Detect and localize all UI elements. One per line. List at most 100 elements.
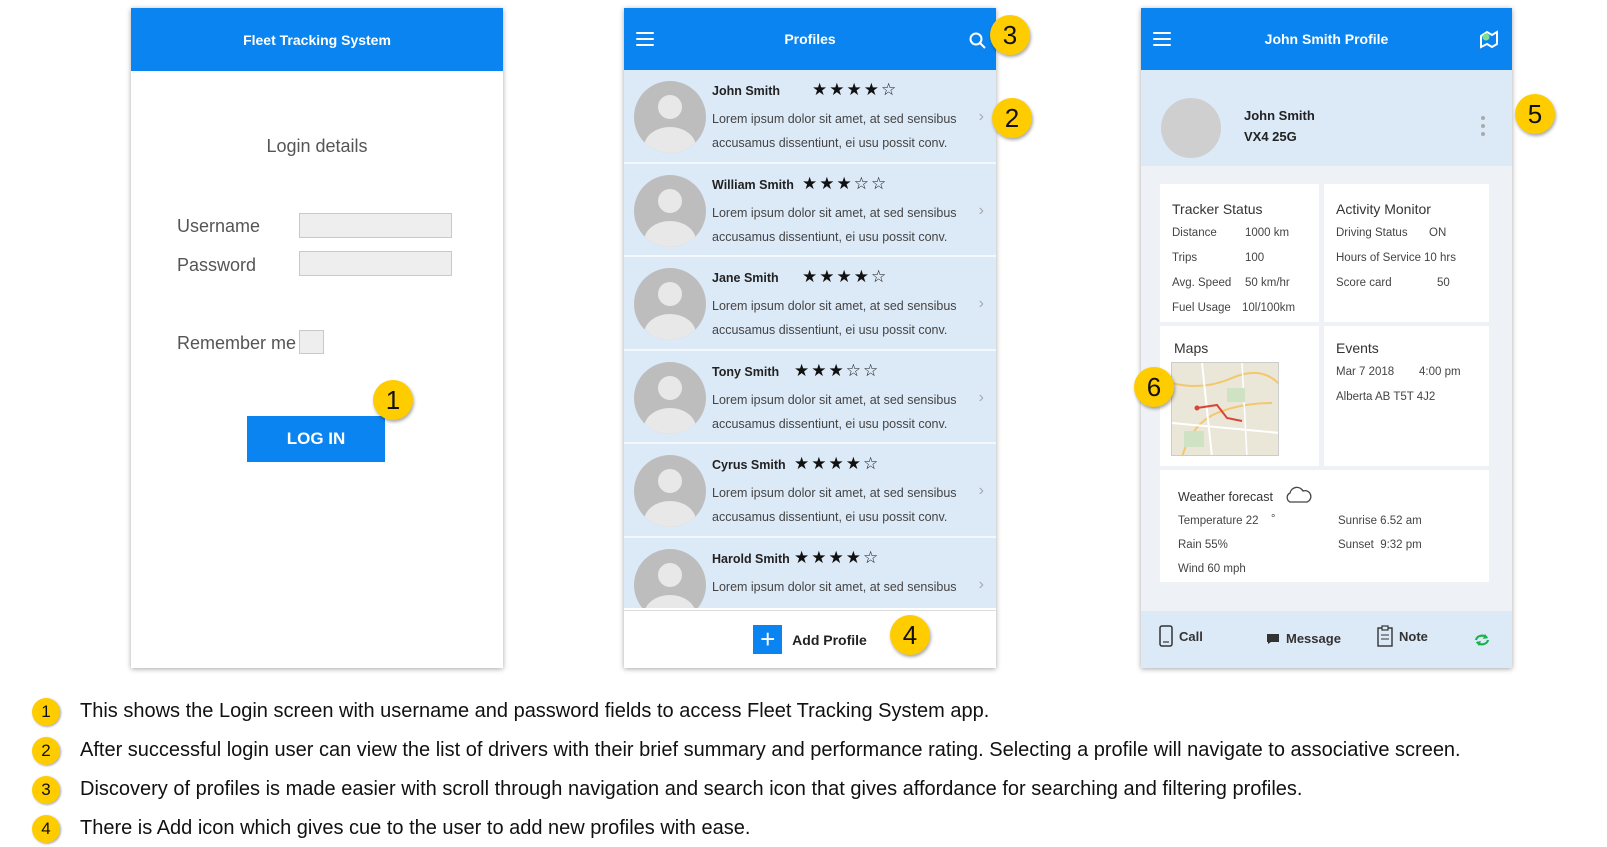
login-app-title: Fleet Tracking System	[243, 31, 391, 48]
weather-temperature: Temperature 22	[1178, 515, 1259, 527]
note-number-badge: 4	[32, 815, 60, 843]
refresh-icon[interactable]	[1474, 633, 1490, 647]
rating-stars: ★★★★☆	[794, 454, 881, 473]
degree-icon: °	[1271, 513, 1276, 525]
events-card: Events Mar 7 2018 4:00 pm Alberta AB T5T…	[1324, 326, 1489, 466]
events-title: Events	[1336, 340, 1379, 356]
activity-value: 50	[1437, 277, 1450, 289]
activity-value: ON	[1429, 227, 1447, 239]
login-button[interactable]: LOG IN	[247, 416, 385, 462]
callout-badge: 3	[990, 15, 1030, 55]
avatar	[634, 268, 706, 340]
profile-header: John Smith VX4 25G	[1141, 70, 1512, 166]
weather-title: Weather forecast	[1178, 490, 1273, 504]
note-text: This shows the Login screen with usernam…	[80, 700, 990, 722]
profile-list[interactable]: John Smith ★★★★☆ Lorem ipsum dolor sit ame…	[624, 70, 996, 608]
profile-summary: Lorem ipsum dolor sit amet, at sed sensi…	[712, 294, 972, 342]
note-button[interactable]: Note	[1377, 625, 1428, 647]
tracker-value: 100	[1245, 252, 1265, 264]
action-bar: Call Message Note	[1141, 611, 1512, 668]
remember-me-label: Remember me	[177, 333, 297, 353]
activity-key: Driving Status	[1336, 227, 1408, 239]
tracker-value: 10l/100km	[1242, 302, 1296, 314]
profile-list-item[interactable]: Cyrus Smith ★★★★☆ Lorem ipsum dolor sit am…	[624, 444, 996, 538]
event-time: 4:00 pm	[1419, 366, 1461, 378]
profile-summary-line: accusamus dissentiunt, ei usu possit con…	[712, 136, 948, 150]
more-options-icon[interactable]	[1481, 116, 1485, 140]
profile-summary: Lorem ipsum dolor sit amet, at sed sensi…	[712, 201, 972, 249]
login-heading: Login details	[266, 136, 368, 156]
message-button[interactable]: Message	[1266, 631, 1341, 646]
event-location: Alberta AB T5T 4J2	[1336, 391, 1436, 403]
weather-sunset: Sunset 9:32 pm	[1338, 539, 1422, 551]
profile-summary-line: Lorem ipsum dolor sit amet, at sed sensi…	[712, 112, 957, 126]
call-button[interactable]: Call	[1159, 625, 1203, 647]
chevron-right-icon: ›	[978, 295, 984, 312]
note-text: There is Add icon which gives cue to the…	[80, 817, 751, 839]
profile-summary-line: Lorem ipsum dolor sit amet, at sed sensi…	[712, 299, 957, 313]
profile-list-item[interactable]: Harold Smith ★★★★☆ Lorem ipsum dolor sit a…	[624, 537, 996, 608]
note-text: After successful login user can view the…	[80, 739, 1461, 761]
login-screen: Fleet Tracking System Login details User…	[131, 8, 503, 668]
message-label: Message	[1286, 631, 1341, 646]
menu-icon[interactable]	[636, 32, 654, 46]
profiles-app-bar: Profiles	[624, 8, 996, 70]
password-label: Password	[177, 255, 257, 275]
menu-icon[interactable]	[1153, 32, 1171, 46]
note-item: 2 After successful login user can view t…	[32, 737, 1461, 765]
profile-name: Tony Smith	[712, 364, 780, 379]
callout-badge: 2	[992, 98, 1032, 138]
profile-name: Jane Smith	[712, 271, 779, 285]
note-number-badge: 3	[32, 776, 60, 804]
search-icon[interactable]	[969, 32, 986, 49]
profile-summary-line: accusamus dissentiunt, ei usu possit con…	[712, 323, 948, 337]
username-input[interactable]	[299, 213, 452, 238]
chevron-right-icon: ›	[978, 388, 984, 406]
avatar	[634, 455, 706, 527]
remember-me-checkbox[interactable]	[299, 330, 324, 354]
profile-summary: Lorem ipsum dolor sit amet, at sed sensi…	[712, 388, 972, 436]
profile-summary: Lorem ipsum dolor sit amet, at sed sensi…	[712, 107, 972, 155]
add-profile-label: Add Profile	[792, 631, 867, 648]
profile-list-item[interactable]: Jane Smith ★★★★☆ Lorem ipsum dolor sit ame…	[624, 257, 996, 351]
maps-card[interactable]: Maps	[1160, 326, 1319, 466]
map-thumbnail[interactable]	[1171, 362, 1279, 456]
profile-list-item[interactable]: William Smith ★★★☆☆ Lorem ipsum dolor sit …	[624, 163, 996, 257]
activity-key: Hours of Service	[1336, 252, 1422, 264]
avatar	[634, 548, 706, 608]
callout-badge: 1	[373, 380, 413, 420]
weather-wind: Wind 60 mph	[1178, 563, 1246, 575]
note-label: Note	[1399, 628, 1428, 644]
avatar	[634, 361, 706, 434]
profiles-title: Profiles	[784, 31, 836, 47]
avatar	[634, 174, 706, 247]
map-location-icon[interactable]	[1478, 28, 1500, 50]
rating-stars: ★★★★☆	[812, 80, 899, 99]
profile-list-item[interactable]: John Smith ★★★★☆ Lorem ipsum dolor sit ame…	[624, 70, 996, 164]
chevron-right-icon: ›	[978, 201, 984, 219]
profile-summary-line: Lorem ipsum dolor sit amet, at sed sensi…	[712, 205, 957, 220]
profile-summary: Lorem ipsum dolor sit amet, at sed sensi…	[712, 575, 972, 599]
avatar	[634, 81, 706, 153]
chevron-right-icon: ›	[978, 108, 984, 125]
profile-summary-line: Lorem ipsum dolor sit amet, at sed sensi…	[712, 579, 957, 594]
note-item: 1 This shows the Login screen with usern…	[32, 698, 989, 726]
profile-name: Cyrus Smith	[712, 458, 786, 472]
weather-sunrise: Sunrise 6.52 am	[1338, 515, 1422, 527]
tracker-key: Avg. Speed	[1172, 277, 1232, 289]
password-input[interactable]	[299, 251, 452, 276]
tracker-status-card: Tracker Status Distance 1000 km Trips 10…	[1160, 184, 1319, 322]
profile-summary-line: Lorem ipsum dolor sit amet, at sed sensi…	[712, 486, 957, 500]
tracker-key: Trips	[1172, 252, 1198, 264]
tracker-key: Distance	[1172, 227, 1217, 239]
add-profile-button[interactable]: + Add Profile	[624, 610, 996, 668]
weather-card: Weather forecast Temperature 22 ° Rain 5…	[1160, 470, 1489, 582]
profile-name: William Smith	[712, 177, 794, 192]
note-number-badge: 2	[32, 737, 60, 765]
rating-stars: ★★★★☆	[794, 547, 881, 567]
profile-list-item[interactable]: Tony Smith ★★★☆☆ Lorem ipsum dolor sit ame…	[624, 350, 996, 444]
clipboard-icon	[1377, 625, 1393, 647]
avatar	[1161, 98, 1221, 158]
profile-name: Harold Smith	[712, 551, 790, 566]
note-text: Discovery of profiles is made easier wit…	[80, 778, 1303, 800]
